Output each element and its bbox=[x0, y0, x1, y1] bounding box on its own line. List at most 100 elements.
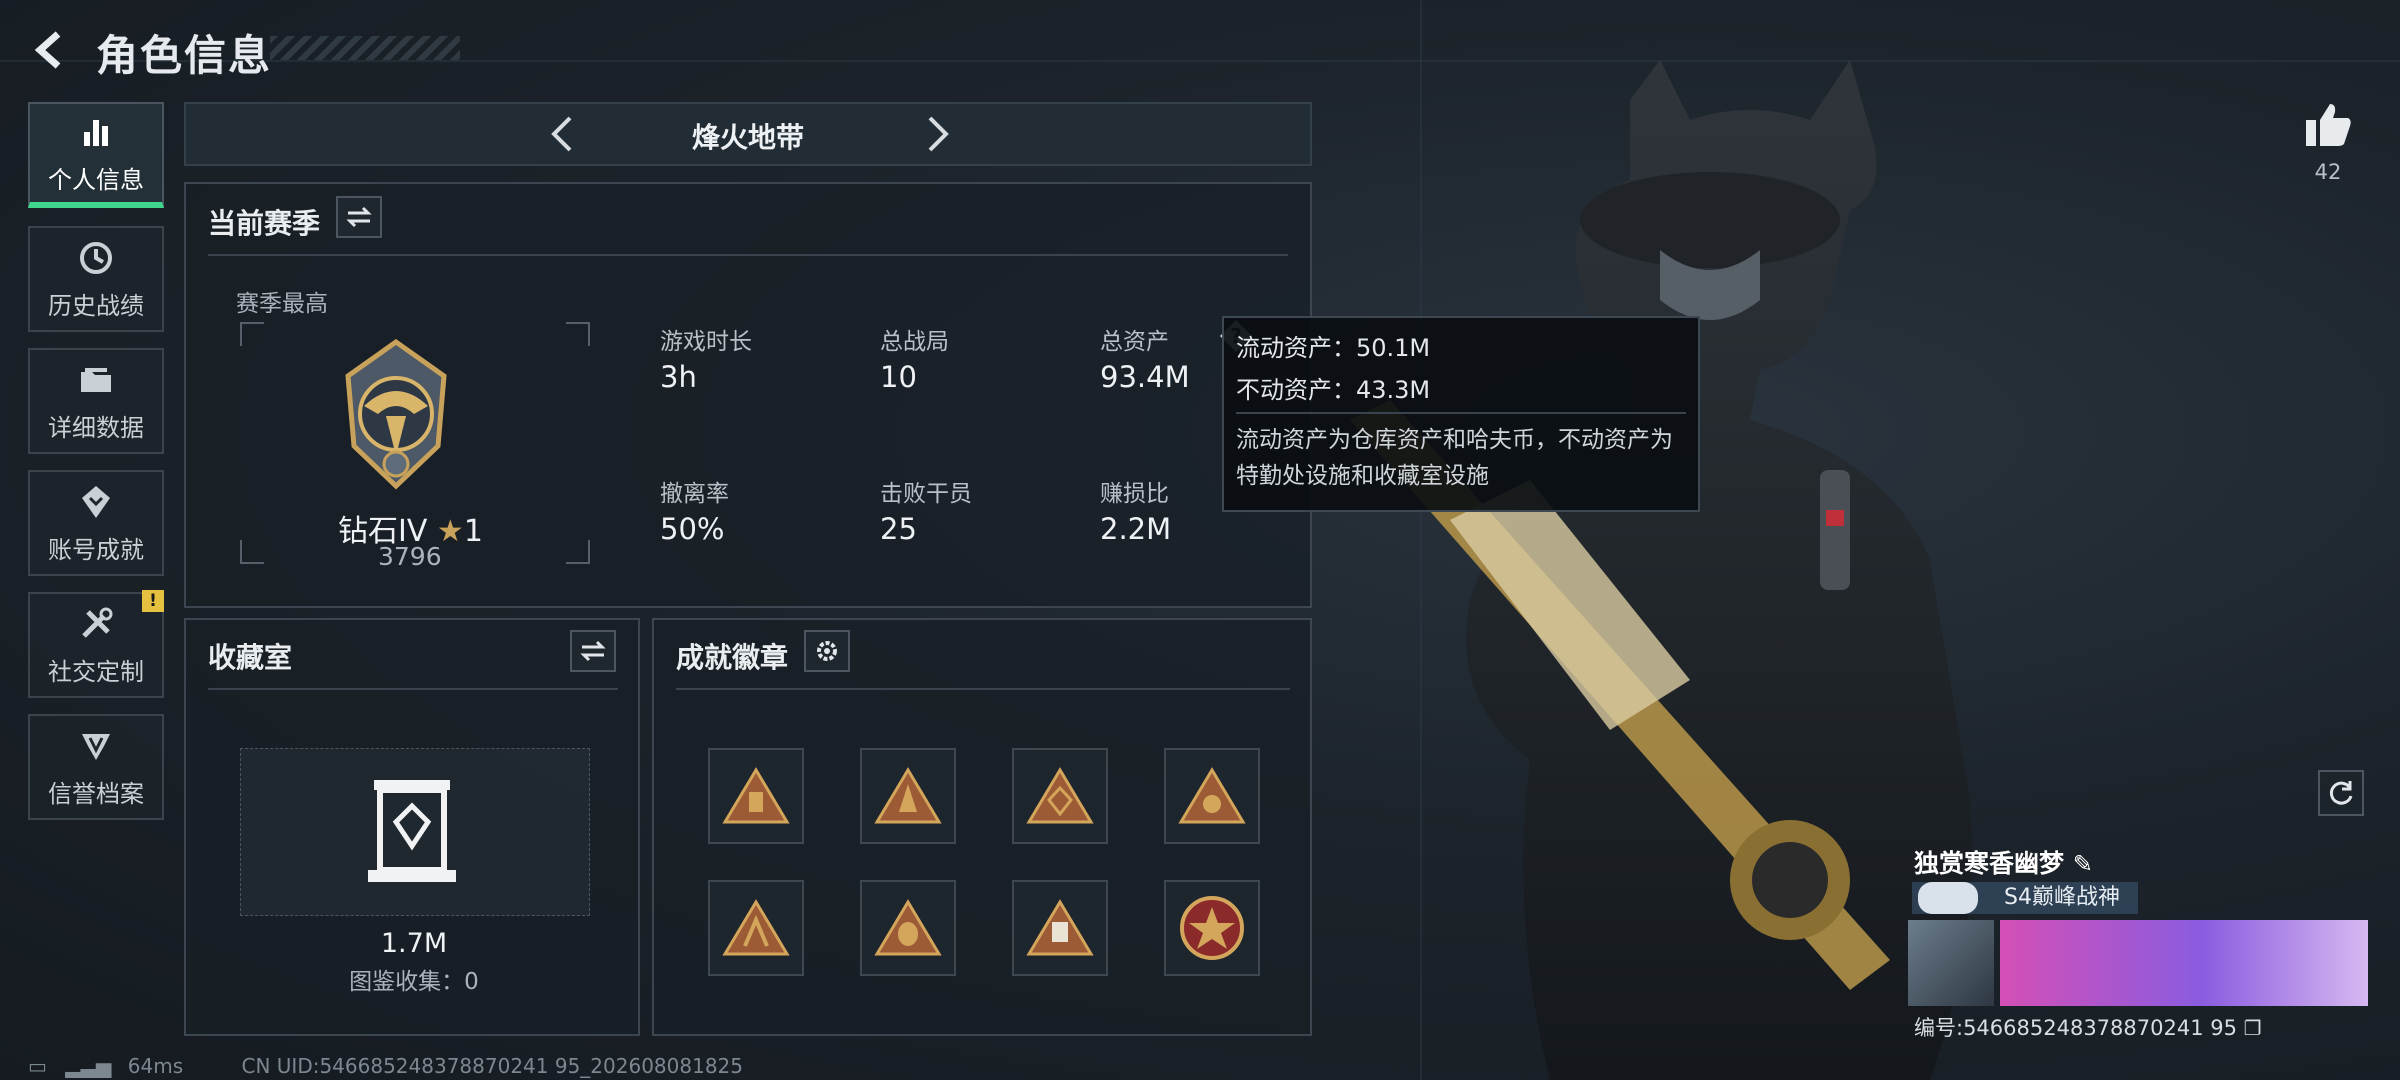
history-icon bbox=[80, 241, 112, 274]
alert-badge: ! bbox=[142, 590, 164, 612]
nav-item-detailed-data[interactable]: 详细数据 bbox=[28, 348, 164, 454]
ping-value: 64ms bbox=[127, 1054, 184, 1078]
player-id: 编号:546685248378870241 95 ❐ bbox=[1914, 1012, 2262, 1042]
achievement-badge[interactable] bbox=[1164, 748, 1260, 844]
stat-label: 总战局 bbox=[880, 329, 949, 355]
nav-item-personal-info[interactable]: 个人信息 bbox=[28, 102, 164, 208]
triangle-badge-icon bbox=[874, 899, 942, 956]
tooltip-liquid-assets: 流动资产：50.1M bbox=[1236, 334, 1431, 362]
thumbs-up-icon[interactable] bbox=[2302, 100, 2354, 148]
stat-value: 93.4M bbox=[1100, 360, 1190, 394]
battery-icon: ▭ bbox=[28, 1054, 47, 1078]
nav-label: 账号成就 bbox=[48, 535, 144, 564]
achievement-badge[interactable] bbox=[1012, 748, 1108, 844]
stat-value: 50% bbox=[660, 512, 725, 546]
stat-label: 击败干员 bbox=[880, 481, 972, 507]
tooltip-description: 流动资产为仓库资产和哈夫币，不动资产为特勤处设施和收藏室设施 bbox=[1236, 427, 1673, 489]
collection-switch-button[interactable] bbox=[570, 630, 616, 672]
nav-item-history[interactable]: 历史战绩 bbox=[28, 226, 164, 332]
stat-value: 3h bbox=[660, 360, 697, 394]
season-highest-label: 赛季最高 bbox=[236, 291, 328, 317]
triangle-badge-icon bbox=[1026, 899, 1094, 956]
nav-label: 社交定制 bbox=[48, 657, 144, 686]
achievement-badge[interactable] bbox=[708, 748, 804, 844]
edit-icon[interactable]: ✎ bbox=[2073, 850, 2093, 878]
divider bbox=[208, 688, 618, 690]
achievement-icon bbox=[82, 485, 110, 518]
collection-title: 收藏室 bbox=[208, 641, 293, 674]
frame-corner bbox=[566, 322, 590, 346]
tools-icon bbox=[82, 607, 113, 638]
achievement-badge[interactable] bbox=[1012, 880, 1108, 976]
divider bbox=[208, 254, 1288, 256]
divider bbox=[1236, 412, 1686, 414]
current-season-panel: 当前赛季 赛季最高 钻石IV ★1 3796 游戏时长 3h 总战局 10 总资… bbox=[184, 182, 1312, 608]
mode-selector: 烽火地带 bbox=[184, 102, 1312, 166]
page-title: 角色信息 bbox=[96, 31, 273, 80]
gear-icon bbox=[817, 641, 837, 661]
refresh-icon bbox=[2329, 781, 2353, 805]
signal-icon: ▂▃▅ bbox=[65, 1054, 112, 1078]
back-icon[interactable] bbox=[28, 28, 72, 72]
achievements-settings-button[interactable] bbox=[804, 630, 850, 672]
nav-label: 个人信息 bbox=[48, 165, 144, 194]
title-decoration bbox=[270, 36, 460, 60]
triangle-badge-icon bbox=[1026, 767, 1094, 824]
uid-text: CN UID:546685248378870241 95_20260808182… bbox=[241, 1054, 744, 1078]
nav-item-achievements[interactable]: 账号成就 bbox=[28, 470, 164, 576]
stat-value: 10 bbox=[880, 360, 917, 394]
status-bar: ▭ ▂▃▅ 64ms CN UID:546685248378870241 95_… bbox=[28, 1054, 743, 1078]
nav-label: 详细数据 bbox=[48, 413, 144, 442]
player-title-tag: S4巅峰战神 bbox=[1912, 882, 2138, 914]
rank-stars: 1 bbox=[463, 514, 483, 549]
triangle-badge-icon bbox=[874, 767, 942, 824]
nav-label: 历史战绩 bbox=[48, 291, 144, 320]
achievement-badge[interactable] bbox=[860, 880, 956, 976]
player-id-text: 编号:546685248378870241 95 bbox=[1914, 1016, 2237, 1040]
frame-corner bbox=[240, 540, 264, 564]
achievement-badge[interactable] bbox=[860, 748, 956, 844]
title-emblem-icon bbox=[1918, 882, 1978, 914]
avatar[interactable] bbox=[1908, 920, 1994, 1006]
triangle-badge-icon bbox=[722, 899, 790, 956]
achievement-badge[interactable] bbox=[708, 880, 804, 976]
like-count: 42 bbox=[2314, 160, 2342, 184]
bar-chart-icon bbox=[84, 119, 108, 146]
triangle-badge-icon bbox=[722, 767, 790, 824]
folder-icon bbox=[81, 367, 111, 392]
swap-icon bbox=[580, 640, 606, 662]
stat-label: 赚损比 bbox=[1100, 481, 1169, 507]
nav-item-reputation[interactable]: 信誉档案 bbox=[28, 714, 164, 820]
frame-corner bbox=[566, 540, 590, 564]
stat-label: 游戏时长 bbox=[660, 329, 752, 355]
round-badge-icon bbox=[1180, 896, 1244, 960]
next-mode-arrow-icon[interactable] bbox=[914, 112, 958, 156]
gallery-count: 图鉴收集：0 bbox=[349, 969, 479, 995]
player-title-text: S4巅峰战神 bbox=[2004, 885, 2120, 910]
nav-item-social-custom[interactable]: 社交定制 ! bbox=[28, 590, 164, 698]
assets-tooltip: 流动资产：50.1M 不动资产：43.3M 流动资产为仓库资产和哈夫币，不动资产… bbox=[1222, 316, 1700, 512]
achievement-badge[interactable] bbox=[1164, 880, 1260, 976]
stat-value: 25 bbox=[880, 512, 917, 546]
copy-icon[interactable]: ❐ bbox=[2244, 1016, 2262, 1040]
achievements-panel: 成就徽章 bbox=[652, 618, 1312, 1036]
stat-value: 2.2M bbox=[1100, 512, 1172, 546]
player-name: 独赏寒香幽梦 ✎ bbox=[1914, 844, 2093, 880]
collection-panel: 收藏室 1.7M 图鉴收集：0 bbox=[184, 618, 640, 1036]
divider bbox=[676, 688, 1290, 690]
profile-banner[interactable] bbox=[2000, 920, 2368, 1006]
mode-title: 烽火地带 bbox=[691, 121, 804, 154]
collection-value: 1.7M bbox=[380, 928, 448, 959]
triangle-badge-icon bbox=[1178, 767, 1246, 824]
rank-emblem-icon bbox=[345, 338, 447, 490]
swap-icon bbox=[346, 206, 372, 228]
achievements-title: 成就徽章 bbox=[676, 641, 789, 674]
reputation-icon bbox=[82, 733, 110, 760]
rotate-view-button[interactable] bbox=[2318, 770, 2364, 816]
nav-label: 信誉档案 bbox=[48, 779, 144, 808]
player-name-text: 独赏寒香幽梦 bbox=[1914, 849, 2065, 878]
tooltip-fixed-assets: 不动资产：43.3M bbox=[1236, 376, 1431, 404]
rank-score: 3796 bbox=[378, 542, 442, 571]
stat-label: 总资产 bbox=[1100, 329, 1169, 355]
season-switch-button[interactable] bbox=[336, 196, 382, 238]
